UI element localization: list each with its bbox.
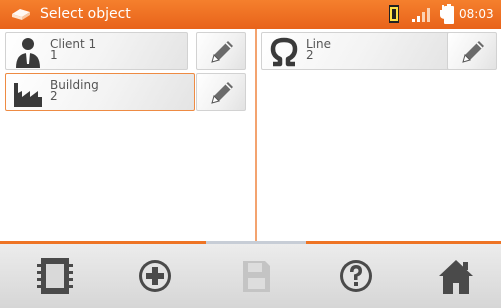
- home-button[interactable]: [434, 254, 478, 298]
- omega-icon: [270, 37, 298, 67]
- item-number: 2: [306, 48, 314, 62]
- list-item-line[interactable]: Line 2: [261, 32, 450, 70]
- pencil-icon: [462, 41, 484, 63]
- save-icon: [243, 261, 270, 292]
- memory-icon: [389, 5, 399, 23]
- right-panel: Line 2: [258, 29, 501, 241]
- memory-card-icon: [37, 258, 73, 294]
- edit-building-button[interactable]: [196, 73, 246, 111]
- help-icon: [340, 260, 372, 292]
- item-number: 2: [50, 89, 58, 103]
- battery-drawn-icon: [444, 4, 454, 24]
- add-button[interactable]: [133, 254, 177, 298]
- page-title: Select object: [40, 6, 131, 22]
- title-bar: Select object 08:03: [0, 0, 501, 29]
- memory-card-button[interactable]: [33, 254, 77, 298]
- app-logo-icon: [12, 9, 30, 20]
- add-icon: [139, 260, 171, 292]
- list-item-building[interactable]: Building 2: [5, 73, 195, 111]
- item-number: 1: [50, 48, 58, 62]
- edit-client-button[interactable]: [196, 32, 246, 70]
- left-panel: Client 1 1 Building 2: [0, 29, 254, 241]
- signal-icon: [412, 8, 430, 22]
- pencil-icon: [211, 41, 233, 63]
- bottom-toolbar: [0, 244, 501, 308]
- save-button[interactable]: [234, 254, 278, 298]
- home-icon: [439, 260, 473, 294]
- person-icon: [16, 38, 40, 68]
- list-item-client[interactable]: Client 1 1: [5, 32, 188, 70]
- help-button[interactable]: [334, 254, 378, 298]
- edit-line-button[interactable]: [447, 32, 497, 70]
- clock: 08:03: [459, 7, 494, 21]
- pencil-icon: [211, 82, 233, 104]
- factory-icon: [14, 83, 42, 107]
